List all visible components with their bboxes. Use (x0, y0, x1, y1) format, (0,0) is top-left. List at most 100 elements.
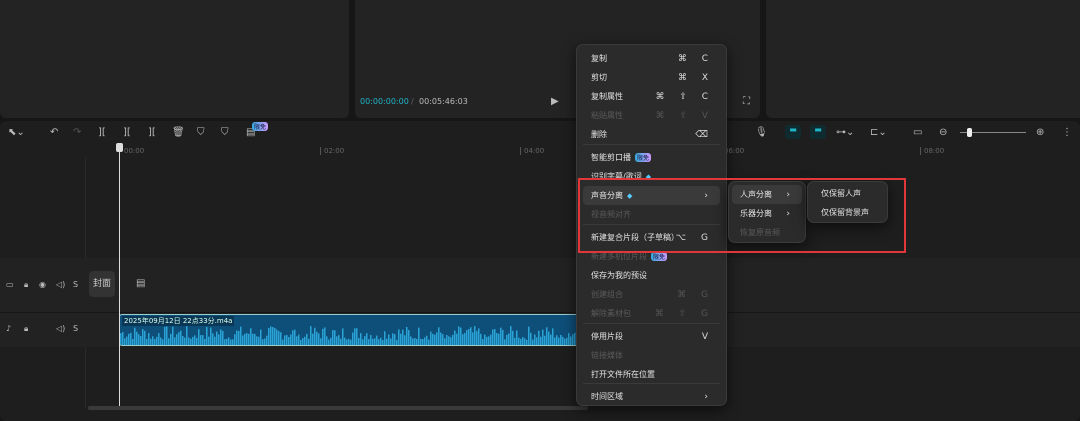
zoom-in-icon[interactable]: ⊕ (1036, 127, 1044, 139)
waveform-bar (124, 338, 126, 345)
waveform-bar (128, 333, 130, 345)
waveform-bar (254, 333, 256, 345)
waveform-bar (242, 335, 244, 345)
shield-icon[interactable]: ⛉ (197, 127, 205, 139)
audio-clip[interactable]: 2025年09月12日 22点33分.m4a (119, 314, 579, 346)
waveform-bar (454, 330, 456, 345)
screen-icon[interactable]: ▭ (913, 127, 922, 139)
redo-icon[interactable]: ↷ (73, 127, 81, 139)
menu-item[interactable]: 复制属性 ⌘ ⇧ C (583, 87, 720, 106)
waveform-bar (452, 334, 454, 345)
waveform-bar (314, 327, 316, 345)
waveform-bar (230, 339, 232, 345)
waveform-bar (358, 337, 360, 345)
cover-button[interactable]: 封面 (89, 271, 115, 297)
waveform-bar (150, 338, 152, 345)
waveform-bar (136, 331, 138, 345)
menu-item[interactable]: 删除 ⌫ (583, 125, 720, 144)
menu-item[interactable]: 剪切 ⌘ X (583, 68, 720, 87)
menu-item[interactable]: 时间区域 › (583, 387, 720, 406)
highlight-annotation-box (578, 178, 906, 253)
split-left-icon[interactable]: ][ (123, 127, 131, 139)
waveform-bar (546, 327, 548, 345)
waveform-bar (554, 337, 556, 345)
ruler-label: 02:00 (320, 147, 344, 155)
waveform-bar (468, 328, 470, 345)
menu-item: 解除素材包 ⌘ ⇧ G (583, 304, 720, 323)
waveform-bar (428, 339, 430, 345)
waveform-bar (416, 338, 418, 345)
waveform-bar (296, 336, 298, 345)
waveform-bar (412, 338, 414, 345)
waveform-bar (322, 328, 324, 345)
preview-axis-icon[interactable]: ⊏⌄ (870, 127, 887, 139)
marker-icon[interactable]: ⛉ (221, 127, 229, 139)
waveform-bar (330, 337, 332, 345)
waveform-bar (414, 337, 416, 345)
split-right-icon[interactable]: ][ (148, 127, 156, 139)
waveform-bar (318, 333, 320, 345)
mute-icon[interactable]: ◁) (56, 323, 65, 335)
split-icon[interactable]: ][ (98, 127, 106, 139)
waveform-bar (266, 335, 268, 345)
waveform-bar (450, 337, 452, 345)
waveform-bar (568, 333, 570, 345)
zoom-out-icon[interactable]: ⊖ (939, 127, 947, 139)
waveform-bar (564, 338, 566, 345)
menu-item-label: 智能剪口播 (591, 153, 631, 162)
select-tool-icon[interactable]: ⬉⌄ (8, 127, 25, 139)
solo-icon[interactable]: S (73, 279, 78, 291)
waveform-bar (338, 335, 340, 345)
waveform-bar (548, 331, 550, 345)
menu-item[interactable]: 智能剪口播 限免 (583, 148, 720, 167)
menu-item[interactable]: 保存为我的预设 (583, 266, 720, 285)
menu-item[interactable]: 打开文件所在位置 (583, 365, 720, 384)
play-icon[interactable]: ▶ (551, 96, 559, 108)
free-badge: 限免 (252, 122, 269, 131)
waveform-bar (530, 332, 532, 345)
waveform-bar (122, 332, 124, 345)
waveform-bar (270, 326, 272, 345)
mic-icon[interactable]: 🎙 (755, 127, 768, 139)
link-icon[interactable]: ⊶⌄ (836, 127, 854, 139)
playhead-handle[interactable] (116, 143, 123, 152)
waveform-bar (334, 330, 336, 345)
audio-track-icon: ♪ (6, 324, 12, 333)
auto-snap-button[interactable]: ▬ (810, 125, 826, 139)
waveform-bar (306, 333, 308, 345)
waveform-bar (156, 336, 158, 345)
waveform-bar (522, 337, 524, 345)
waveform-bar (362, 339, 364, 345)
mute-icon[interactable]: ◁) (56, 279, 65, 291)
waveform-bar (368, 339, 370, 345)
horizontal-scrollbar[interactable] (88, 406, 588, 410)
lock-icon[interactable]: 🔒︎ (24, 323, 28, 335)
waveform-bar (162, 339, 164, 345)
fullscreen-icon[interactable]: ⛶ (743, 96, 750, 108)
menu-item-label: 链接媒体 (591, 351, 623, 360)
menu-item[interactable]: 停用片段 V (583, 327, 720, 346)
waveform-bar (382, 339, 384, 345)
waveform-bar (418, 327, 420, 345)
lock-icon[interactable]: 🔒︎ (24, 279, 28, 291)
waveform-bar (200, 335, 202, 345)
main-track-magnet-button[interactable]: ▬ (785, 125, 801, 139)
delete-icon[interactable]: 🗑 (172, 127, 185, 139)
waveform-bar (402, 329, 404, 345)
waveform-bar (436, 332, 438, 345)
menu-item[interactable]: 复制 ⌘ C (583, 49, 720, 68)
zoom-slider-handle[interactable] (967, 128, 972, 137)
waveform-bar (494, 329, 496, 345)
waveform-bar (360, 333, 362, 345)
undo-icon[interactable]: ↶ (50, 127, 58, 139)
waveform-bar (356, 328, 358, 345)
waveform-bar (174, 337, 176, 345)
eye-icon[interactable]: ◉ (39, 279, 46, 291)
waveform-bar (232, 339, 234, 345)
more-icon[interactable]: ⋮ (1062, 127, 1072, 139)
solo-icon[interactable]: S (73, 323, 78, 335)
waveform-bar (282, 339, 284, 345)
playhead[interactable] (119, 144, 120, 406)
waveform-bar (424, 337, 426, 345)
menu-item-shortcut: ⌘ ⇧ G (654, 308, 714, 319)
